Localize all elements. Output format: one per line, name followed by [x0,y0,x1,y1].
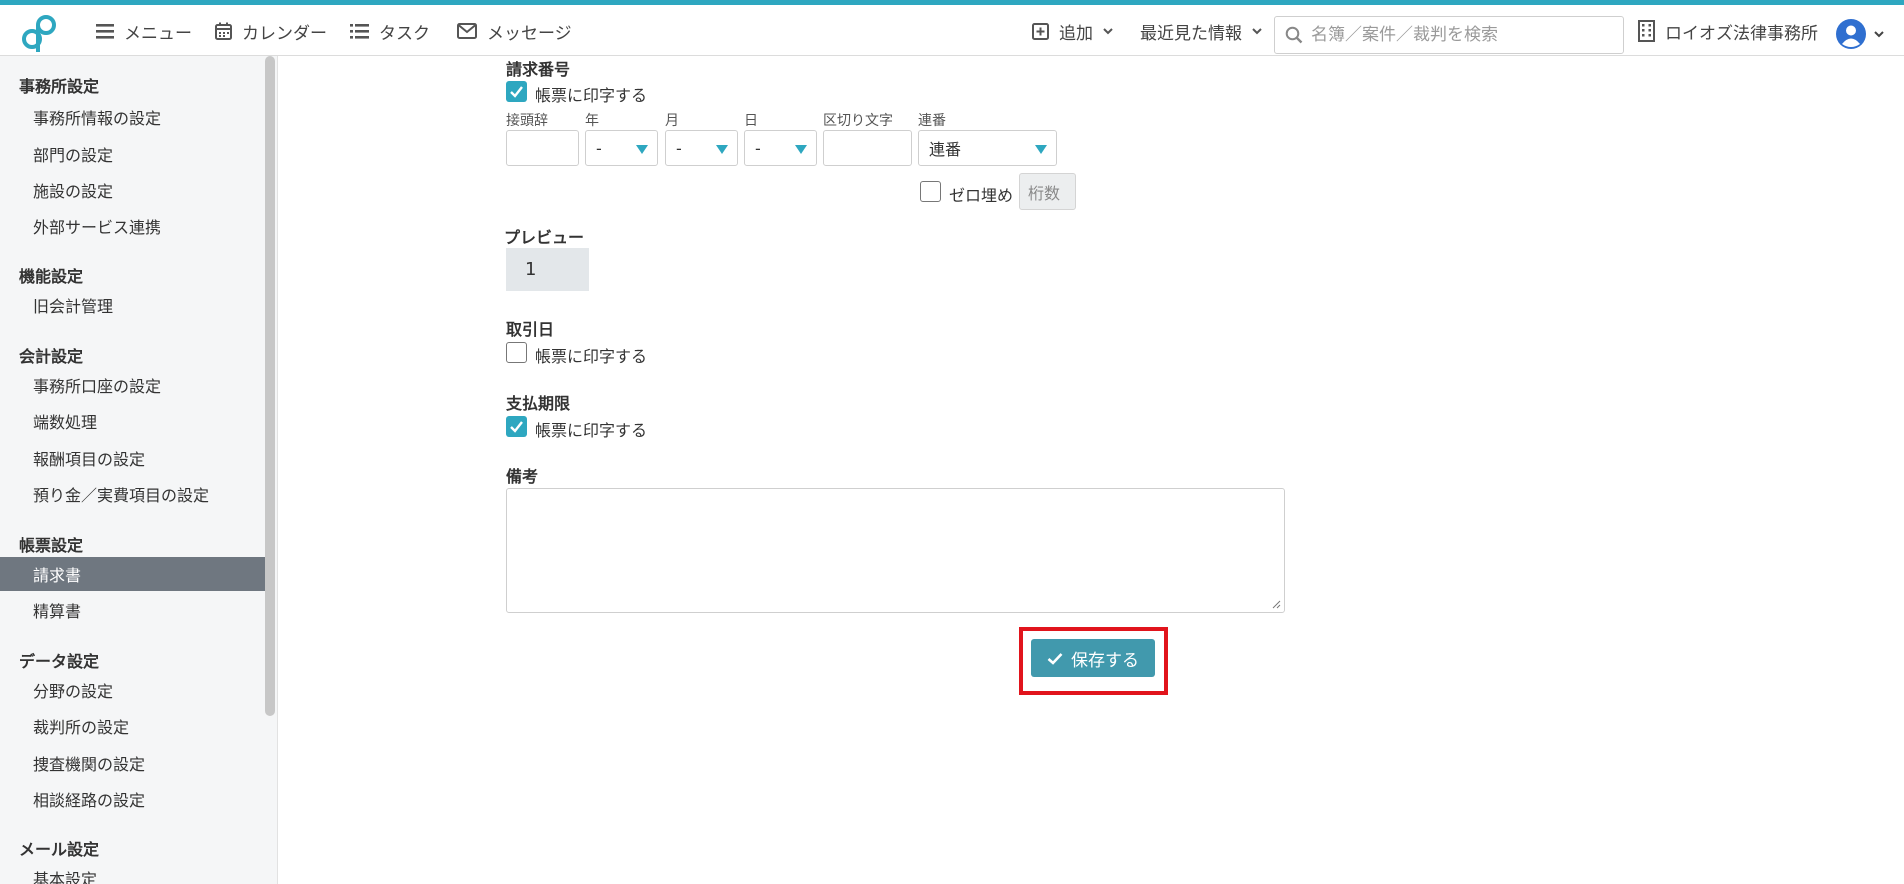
due-date-heading: 支払期限 [506,394,571,413]
due-date-print-checkbox[interactable] [506,416,527,437]
sidebar-section-mail: メール設定 [19,840,100,859]
building-icon [1638,20,1655,42]
day-select[interactable]: - [744,130,817,166]
search-icon [1285,26,1303,44]
hamburger-icon [96,24,114,39]
calendar-label: カレンダー [242,23,327,44]
sidebar-section-office: 事務所設定 [19,77,100,96]
month-select[interactable]: - [665,130,738,166]
sidebar-item-facilities[interactable]: 施設の設定 [0,173,265,207]
settings-sidebar: 事務所設定 事務所情報の設定 部門の設定 施設の設定 外部サービス連携 機能設定… [0,56,278,884]
envelope-icon [457,23,477,39]
due-date-print-label: 帳票に印字する [535,421,648,440]
app-logo-icon[interactable] [18,12,60,54]
save-button-label: 保存する [1071,650,1139,671]
sidebar-item-mail-basic[interactable]: 基本設定 [0,861,265,884]
year-label: 年 [585,113,599,129]
separator-label: 区切り文字 [823,113,893,129]
zero-pad-label: ゼロ埋め [949,186,1014,205]
add-dropdown[interactable]: 追加 [1032,19,1123,44]
sidebar-section-documents: 帳票設定 [19,536,84,555]
invoice-number-print-label: 帳票に印字する [535,86,648,105]
task-button[interactable]: タスク [350,19,430,44]
office-name: ロイオズ法律事務所 [1665,23,1818,44]
sidebar-item-rounding[interactable]: 端数処理 [0,404,265,438]
memo-heading: 備考 [506,467,539,486]
check-icon [510,86,523,98]
dropdown-arrow-icon [795,145,807,154]
user-menu[interactable] [1836,19,1884,49]
serial-label: 連番 [918,113,946,129]
sidebar-item-fee-items[interactable]: 報酬項目の設定 [0,441,265,475]
sidebar-section-data: データ設定 [19,652,100,671]
user-avatar-icon [1836,19,1866,49]
zero-pad-checkbox[interactable] [920,181,941,202]
sidebar-section-features: 機能設定 [19,267,84,286]
task-label: タスク [379,23,430,44]
sidebar-item-deposit-items[interactable]: 預り金／実費項目の設定 [0,477,265,511]
day-label: 日 [744,113,758,129]
dropdown-arrow-icon [636,145,648,154]
preview-heading: プレビュー [504,228,585,247]
transaction-date-print-label: 帳票に印字する [535,347,648,366]
month-label: 月 [665,113,679,129]
calendar-icon [215,22,232,40]
memo-textarea[interactable] [506,488,1285,613]
chevron-down-icon [1252,27,1262,34]
transaction-date-heading: 取引日 [506,320,555,339]
sidebar-item-consultation-routes[interactable]: 相談経路の設定 [0,782,265,816]
chevron-down-icon [1103,27,1113,34]
sidebar-item-legacy-accounting[interactable]: 旧会計管理 [0,288,265,322]
chevron-down-icon [1874,30,1884,37]
plus-square-icon [1032,22,1049,40]
prefix-label: 接頭辞 [506,113,548,129]
recent-dropdown[interactable]: 最近見た情報 [1140,19,1272,44]
day-select-value: - [755,138,761,158]
preview-value: 1 [506,248,589,291]
check-icon [510,421,523,433]
check-icon [1047,652,1063,665]
dropdown-arrow-icon [716,145,728,154]
menu-label: メニュー [124,23,192,44]
invoice-number-print-checkbox[interactable] [506,81,527,102]
sidebar-item-invoice[interactable]: 請求書 [0,557,265,591]
message-label: メッセージ [487,23,572,44]
year-select-value: - [596,138,602,158]
add-label: 追加 [1059,23,1093,44]
sidebar-item-fields[interactable]: 分野の設定 [0,673,265,707]
top-navigation-bar: メニュー カレンダー タスク メッセージ 追加 最近見た情報 名簿／案件／裁判を… [0,0,1904,56]
month-select-value: - [676,138,682,158]
office-switcher[interactable]: ロイオズ法律事務所 [1638,19,1818,44]
sidebar-item-courts[interactable]: 裁判所の設定 [0,709,265,743]
sidebar-scrollbar[interactable] [265,56,275,716]
menu-button[interactable]: メニュー [96,19,192,44]
sidebar-item-external-services[interactable]: 外部サービス連携 [0,209,265,243]
dropdown-arrow-icon [1035,145,1047,154]
separator-input[interactable] [823,130,912,166]
resize-handle-icon[interactable] [1272,600,1281,609]
invoice-number-heading: 請求番号 [506,60,571,79]
sidebar-item-settlement[interactable]: 精算書 [0,593,265,627]
sidebar-item-investigative-agencies[interactable]: 捜査機関の設定 [0,746,265,780]
transaction-date-print-checkbox[interactable] [506,342,527,363]
serial-select[interactable]: 連番 [918,130,1057,166]
prefix-input[interactable] [506,130,579,166]
search-input[interactable] [1311,25,1611,45]
calendar-button[interactable]: カレンダー [215,19,327,44]
sidebar-item-office-accounts[interactable]: 事務所口座の設定 [0,368,265,402]
digits-input[interactable]: 桁数 [1019,173,1076,210]
task-list-icon [350,24,369,39]
serial-select-value: 連番 [929,140,962,159]
message-button[interactable]: メッセージ [457,19,572,44]
sidebar-item-office-info[interactable]: 事務所情報の設定 [0,100,265,134]
year-select[interactable]: - [585,130,658,166]
save-button[interactable]: 保存する [1031,639,1155,677]
recent-label: 最近見た情報 [1140,23,1242,44]
global-search[interactable] [1274,16,1624,54]
sidebar-item-departments[interactable]: 部門の設定 [0,137,265,171]
sidebar-section-accounting: 会計設定 [19,347,84,366]
